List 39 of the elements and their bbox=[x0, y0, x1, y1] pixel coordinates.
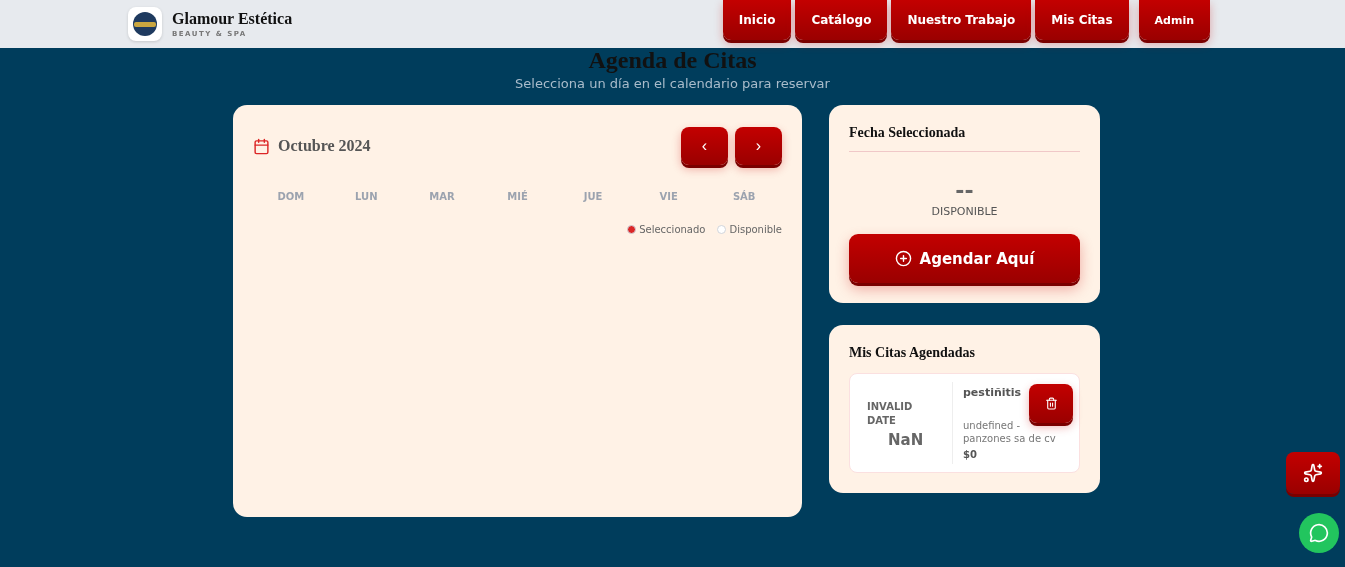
nav-button[interactable]: Inicio bbox=[722, 0, 792, 40]
chat-bubble-icon bbox=[1309, 523, 1329, 543]
calendar-icon bbox=[253, 137, 270, 155]
selected-day: -- bbox=[849, 178, 1080, 203]
appointment-month: INVALID DATE bbox=[867, 400, 914, 428]
legend-label: Seleccionado bbox=[639, 224, 706, 235]
card-title: Fecha Seleccionada bbox=[849, 125, 967, 141]
delete-button[interactable] bbox=[1029, 384, 1073, 423]
weekday-label: JUE bbox=[582, 191, 604, 202]
appointment-price: $0 bbox=[963, 449, 978, 460]
appointment-detail: undefined - panzones sa de cv bbox=[963, 419, 1057, 445]
next-month-button[interactable]: › bbox=[735, 127, 782, 165]
logo-icon bbox=[128, 7, 162, 41]
nav-button[interactable]: Mis Citas bbox=[1035, 0, 1129, 40]
sparkle-button[interactable] bbox=[1286, 452, 1340, 494]
sparkles-icon bbox=[1303, 463, 1323, 483]
legend-label: Disponible bbox=[729, 224, 782, 235]
weekday-label: MAR bbox=[428, 191, 456, 202]
weekday-label: MIÉ bbox=[506, 191, 529, 202]
nav-button[interactable]: Nuestro Trabajo bbox=[891, 0, 1032, 40]
appointment-day: NaN bbox=[888, 431, 952, 449]
service-name: pestiñitis bbox=[963, 386, 1023, 399]
page-subtitle: Selecciona un día en el calendario para reservar bbox=[514, 76, 831, 91]
plus-circle-icon bbox=[894, 250, 912, 267]
nav-button[interactable]: Admin bbox=[1138, 0, 1210, 40]
chat-button[interactable] bbox=[1299, 513, 1339, 553]
card-title: Mis Citas Agendadas bbox=[849, 345, 977, 361]
page-title: Agenda de Citas bbox=[587, 48, 758, 72]
trash-icon bbox=[1044, 397, 1058, 410]
weekday-label: SÁB bbox=[731, 191, 757, 202]
weekday-label: VIE bbox=[658, 191, 679, 202]
nav-button[interactable]: Catálogo bbox=[795, 0, 888, 40]
previous-month-button[interactable]: ‹ bbox=[681, 127, 728, 165]
weekday-label: DOM bbox=[276, 191, 306, 202]
book-button[interactable]: Agendar Aquí bbox=[849, 234, 1080, 283]
brand-name: Glamour Estética bbox=[172, 10, 293, 28]
month-title: Octubre 2024 bbox=[278, 137, 371, 155]
weekday-label: LUN bbox=[354, 191, 379, 202]
date-status: DISPONIBLE bbox=[930, 205, 999, 218]
